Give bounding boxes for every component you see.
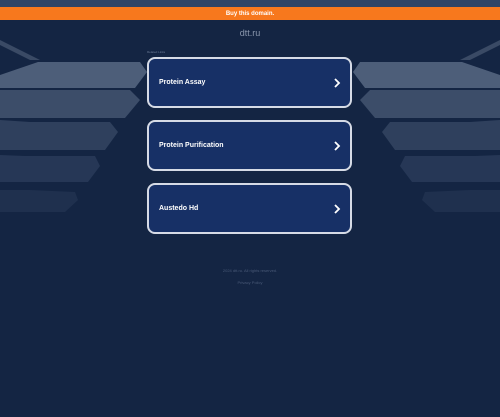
link-label: Austedo Hd [159, 205, 199, 212]
chevron-right-icon [334, 77, 341, 88]
link-label: Protein Purification [159, 142, 224, 149]
chevron-right-icon [334, 203, 341, 214]
link-austedo-hd[interactable]: Austedo Hd [147, 183, 352, 234]
link-protein-purification[interactable]: Protein Purification [147, 120, 352, 171]
link-label: Protein Assay [159, 79, 206, 86]
privacy-policy-link[interactable]: Privacy Policy [0, 280, 500, 285]
related-links-label: Related Links [147, 50, 166, 54]
link-protein-assay[interactable]: Protein Assay [147, 57, 352, 108]
chevron-right-icon [334, 140, 341, 151]
footer-copyright: 2024 dtt.ru. All rights reserved. [222, 268, 278, 273]
